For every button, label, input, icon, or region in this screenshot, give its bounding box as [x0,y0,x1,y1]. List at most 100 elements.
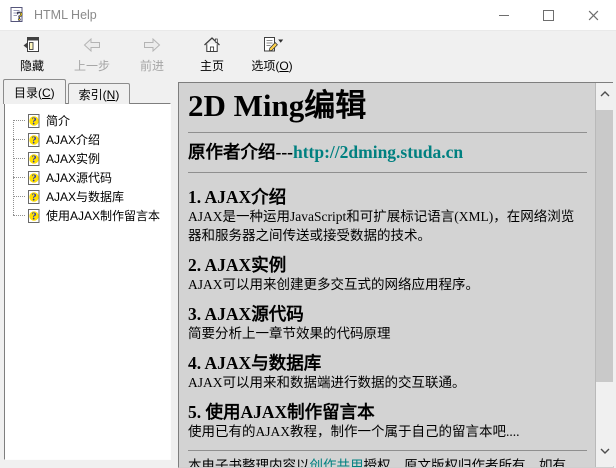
tree-connector [13,196,25,197]
help-topic-icon: ? [26,132,42,148]
label-part: 索引( [79,88,107,102]
label-part: ) [289,59,293,73]
window-controls [481,0,616,30]
tree-connector [13,158,25,159]
section-heading: 4. AJAX与数据库 [188,353,587,373]
label-part: 选项( [251,59,279,73]
topic-pane: 2D Ming编辑 原作者介绍---http://2dming.studa.cn… [178,82,614,468]
toolbar-button-label: 选项(O) [251,57,292,74]
label-part: 目录( [14,86,42,100]
svg-text:?: ? [31,192,36,203]
sections: 1. AJAX介绍 AJAX是一种运用JavaScript和可扩展标记语言(XM… [188,187,587,441]
author-link[interactable]: http://2dming.studa.cn [293,142,463,162]
tree-connector [13,177,25,178]
options-icon [261,34,284,56]
toolbar-button-label: 隐藏 [20,57,44,74]
close-icon [588,10,599,21]
content-section: 5. 使用AJAX制作留言本 使用已有的AJAX教程，制作一个属于自己的留言本吧… [188,402,587,441]
maximize-icon [543,10,554,21]
author-line: 原作者介绍---http://2dming.studa.cn [188,141,587,163]
hide-button[interactable]: 隐藏 [2,31,62,77]
tree-connector [13,215,25,216]
horizontal-rule [188,450,587,451]
contents-tree-panel: ? 简介 ? AJAX介绍 [4,103,171,460]
svg-text:?: ? [31,211,36,222]
contents-tree: ? 简介 ? AJAX介绍 [5,104,170,225]
label-part: ) [115,88,119,102]
section-body: 使用已有的AJAX教程，制作一个属于自己的留言本吧.... [188,422,587,441]
tab-label: 目录(C) [14,84,55,101]
footer-line: 本电子书整理内容以创作共用授权，原文版权归作者所有，如有 [188,456,587,467]
sidebar-tabs: 目录(C) 索引(N) [3,80,130,104]
chevron-down-icon [600,448,610,454]
scroll-up-button[interactable] [596,85,613,102]
tree-item-label: 简介 [46,112,70,129]
svg-text:?: ? [31,173,36,184]
svg-text:?: ? [31,154,36,165]
toolbar: 隐藏 上一步 前进 主页 [0,31,302,77]
author-prefix: 原作者介绍--- [188,142,293,162]
tree-item-label: AJAX介绍 [46,131,100,148]
content-section: 1. AJAX介绍 AJAX是一种运用JavaScript和可扩展标记语言(XM… [188,187,587,245]
toolbar-button-label: 上一步 [74,57,110,74]
tree-connector [13,120,25,121]
titlebar: ? HTML Help [0,0,616,31]
help-topic-icon: ? [26,189,42,205]
help-topic-icon: ? [26,113,42,129]
section-heading: 1. AJAX介绍 [188,187,587,207]
svg-text:?: ? [31,135,36,146]
access-key: C [42,86,51,100]
tree-item[interactable]: ? AJAX实例 [5,149,170,168]
hide-panel-icon [22,34,42,56]
tree-item[interactable]: ? 简介 [5,111,170,130]
section-heading: 5. 使用AJAX制作留言本 [188,402,587,422]
home-icon [202,34,222,56]
scroll-down-button[interactable] [596,442,613,459]
help-topic-icon: ? [26,151,42,167]
tab-label: 索引(N) [79,86,120,103]
tree-item-label: AJAX实例 [46,150,100,167]
help-app-icon: ? [9,6,27,24]
access-key: O [279,59,288,73]
tree-item-label: 使用AJAX制作留言本 [46,207,160,224]
back-button[interactable]: 上一步 [62,31,122,77]
options-button[interactable]: 选项(O) [242,31,302,77]
topic-content: 2D Ming编辑 原作者介绍---http://2dming.studa.cn… [179,83,595,467]
home-button[interactable]: 主页 [182,31,242,77]
tree-item-label: AJAX与数据库 [46,188,124,205]
section-heading: 3. AJAX源代码 [188,304,587,324]
back-arrow-icon [81,34,103,56]
page-title: 2D Ming编辑 [188,87,587,125]
section-body: AJAX是一种运用JavaScript和可扩展标记语言(XML)，在网络浏览器和… [188,207,587,245]
tab-index[interactable]: 索引(N) [68,83,131,104]
scrollbar-thumb[interactable] [596,110,613,382]
section-body: 简要分析上一章节效果的代码原理 [188,324,587,343]
close-button[interactable] [571,0,616,30]
tree-item[interactable]: ? 使用AJAX制作留言本 [5,206,170,225]
horizontal-rule [188,132,587,133]
tree-item[interactable]: ? AJAX与数据库 [5,187,170,206]
minimize-icon [499,15,509,16]
help-topic-icon: ? [26,208,42,224]
tree-guide-line [13,120,14,215]
chevron-up-icon [600,91,610,97]
forward-button[interactable]: 前进 [122,31,182,77]
vertical-scrollbar[interactable] [595,83,613,467]
forward-arrow-icon [141,34,163,56]
section-body: AJAX可以用来和数据端进行数据的交互联通。 [188,373,587,392]
tab-contents[interactable]: 目录(C) [3,79,66,104]
tree-item[interactable]: ? AJAX源代码 [5,168,170,187]
minimize-button[interactable] [481,0,526,30]
horizontal-rule [188,172,587,173]
content-section: 2. AJAX实例 AJAX可以用来创建更多交互式的网络应用程序。 [188,255,587,294]
section-body: AJAX可以用来创建更多交互式的网络应用程序。 [188,275,587,294]
window-title: HTML Help [34,8,97,22]
help-topic-icon: ? [26,170,42,186]
tree-item-label: AJAX源代码 [46,169,112,186]
svg-text:?: ? [31,116,36,127]
toolbar-button-label: 主页 [200,57,224,74]
maximize-button[interactable] [526,0,571,30]
tree-item[interactable]: ? AJAX介绍 [5,130,170,149]
toolbar-button-label: 前进 [140,57,164,74]
section-heading: 2. AJAX实例 [188,255,587,275]
